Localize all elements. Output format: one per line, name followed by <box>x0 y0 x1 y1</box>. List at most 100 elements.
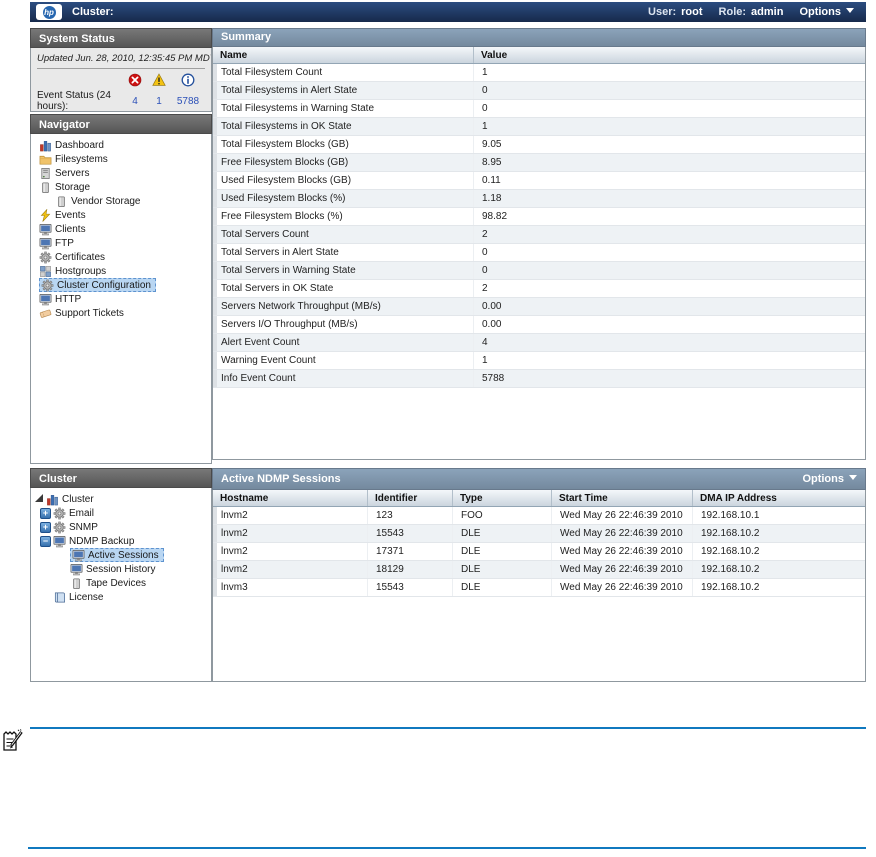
sidebar-item-label: Hostgroups <box>55 265 107 277</box>
summary-cell-name: Used Filesystem Blocks (%) <box>213 190 474 207</box>
tree-item-ndmp-backup[interactable]: − NDMP Backup <box>31 534 211 548</box>
ndmp-table-row[interactable]: lnvm2 17371 DLE Wed May 26 22:46:39 2010 192… <box>213 543 865 561</box>
ndmp-cell-type: DLE <box>453 579 552 596</box>
sidebar-item-support-tickets[interactable]: Support Tickets <box>31 306 211 320</box>
sidebar-item-servers[interactable]: Servers <box>31 166 211 180</box>
expand-icon[interactable]: + <box>40 507 51 519</box>
summary-cell-name: Total Filesystems in Warning State <box>213 100 474 117</box>
tree-item-tape-devices[interactable]: Tape Devices <box>31 576 211 590</box>
cylinder-icon <box>39 181 52 194</box>
tree-expanded-icon[interactable] <box>35 494 43 502</box>
summary-panel: Summary Name Value Total Filesystem Count… <box>212 28 866 460</box>
collapse-icon[interactable]: − <box>40 535 51 547</box>
sidebar-item-cluster-configuration[interactable]: Cluster Configuration <box>31 278 211 292</box>
top-bar: hp Cluster: User: root Role: admin Options <box>30 2 866 22</box>
warning-icon <box>152 73 166 87</box>
tree-item-email[interactable]: + Email <box>31 506 211 520</box>
ndmp-column-header-type[interactable]: Type <box>453 490 552 506</box>
summary-table-row: Total Filesystems in OK State 1 <box>213 118 865 136</box>
server-icon <box>39 167 52 180</box>
divider <box>28 847 866 849</box>
sidebar-item-label: Cluster Configuration <box>57 279 151 291</box>
ndmp-table-row[interactable]: lnvm2 15543 DLE Wed May 26 22:46:39 2010 192… <box>213 525 865 543</box>
summary-cell-name: Total Servers in Warning State <box>213 262 474 279</box>
summary-header: Summary <box>212 28 866 47</box>
tree-item-label: Active Sessions <box>88 549 159 561</box>
ndmp-cell-identifier: 17371 <box>368 543 453 560</box>
sidebar-item-label: Dashboard <box>55 139 104 151</box>
navigator-panel: Navigator Dashboard Filesystems Servers Sto… <box>30 114 212 464</box>
tree-item-active-sessions[interactable]: Active Sessions <box>31 548 211 562</box>
ndmp-table-row[interactable]: lnvm2 18129 DLE Wed May 26 22:46:39 2010 192… <box>213 561 865 579</box>
sidebar-item-vendor-storage[interactable]: Vendor Storage <box>31 194 211 208</box>
monitor-icon <box>72 549 85 562</box>
ndmp-cell-identifier: 15543 <box>368 525 453 542</box>
ndmp-table-row[interactable]: lnvm3 15543 DLE Wed May 26 22:46:39 2010 192… <box>213 579 865 597</box>
tree-item-label: SNMP <box>69 521 98 533</box>
summary-cell-value: 1.18 <box>482 193 502 204</box>
folder-icon <box>39 153 52 166</box>
summary-table-row: Total Servers in Warning State 0 <box>213 262 865 280</box>
ndmp-options-menu[interactable]: Options <box>802 468 857 490</box>
ndmp-column-header-dma-ip-address[interactable]: DMA IP Address <box>693 490 865 506</box>
info-count-link[interactable]: 5788 <box>171 96 205 107</box>
summary-table-row: Warning Event Count 1 <box>213 352 865 370</box>
tree-item-cluster[interactable]: Cluster <box>31 492 211 506</box>
tree-item-label: Tape Devices <box>86 577 147 589</box>
monitor-icon <box>70 563 83 576</box>
sidebar-item-label: Certificates <box>55 251 106 263</box>
ndmp-cell-hostname: lnvm2 <box>213 561 368 578</box>
chevron-down-icon <box>849 475 857 480</box>
sidebar-item-storage[interactable]: Storage <box>31 180 211 194</box>
alert-count-link[interactable]: 4 <box>123 96 147 107</box>
tree-item-license[interactable]: License <box>31 590 211 604</box>
sidebar-item-certificates[interactable]: Certificates <box>31 250 211 264</box>
sidebar-item-events[interactable]: Events <box>31 208 211 222</box>
expand-icon[interactable]: + <box>40 521 51 533</box>
summary-title: Summary <box>221 31 272 43</box>
summary-table-row: Total Servers Count 2 <box>213 226 865 244</box>
ndmp-cell-type: DLE <box>453 525 552 542</box>
sidebar-item-label: HTTP <box>55 293 82 305</box>
summary-cell-name: Info Event Count <box>213 370 474 387</box>
summary-column-header-name[interactable]: Name <box>213 47 474 63</box>
tree-item-label: Session History <box>86 563 156 575</box>
sidebar-item-label: FTP <box>55 237 74 249</box>
ndmp-column-header-start-time[interactable]: Start Time <box>552 490 693 506</box>
summary-column-header-value[interactable]: Value <box>474 47 865 63</box>
tree-item-session-history[interactable]: Session History <box>31 562 211 576</box>
sidebar-item-filesystems[interactable]: Filesystems <box>31 152 211 166</box>
tree-item-label: Email <box>69 507 95 519</box>
sidebar-item-dashboard[interactable]: Dashboard <box>31 138 211 152</box>
summary-cell-name: Servers Network Throughput (MB/s) <box>213 298 474 315</box>
monitor-icon <box>53 535 66 548</box>
sidebar-item-label: Events <box>55 209 86 221</box>
ndmp-cell-type: DLE <box>453 543 552 560</box>
summary-cell-value: 0 <box>482 247 488 258</box>
summary-cell-value: 1 <box>482 67 488 78</box>
ndmp-table-row[interactable]: lnvm2 123 FOO Wed May 26 22:46:39 2010 192.1… <box>213 507 865 525</box>
sidebar-item-label: Vendor Storage <box>71 195 141 207</box>
options-menu[interactable]: Options <box>799 6 854 18</box>
chevron-down-icon <box>846 8 854 13</box>
book-icon <box>53 591 66 604</box>
info-icon <box>181 73 195 87</box>
ndmp-column-header-identifier[interactable]: Identifier <box>368 490 453 506</box>
summary-table-row: Servers Network Throughput (MB/s) 0.00 <box>213 298 865 316</box>
summary-cell-name: Servers I/O Throughput (MB/s) <box>213 316 474 333</box>
ndmp-cell-start-time: Wed May 26 22:46:39 2010 <box>552 579 693 596</box>
navigator-header: Navigator <box>30 114 212 134</box>
summary-cell-value: 1 <box>482 355 488 366</box>
sidebar-item-hostgroups[interactable]: Hostgroups <box>31 264 211 278</box>
ndmp-column-header-hostname[interactable]: Hostname <box>213 490 368 506</box>
sidebar-item-ftp[interactable]: FTP <box>31 236 211 250</box>
summary-cell-value: 0 <box>482 103 488 114</box>
summary-cell-name: Total Servers in Alert State <box>213 244 474 261</box>
warning-count-link[interactable]: 1 <box>147 96 171 107</box>
summary-table-row: Alert Event Count 4 <box>213 334 865 352</box>
sidebar-item-http[interactable]: HTTP <box>31 292 211 306</box>
summary-cell-name: Warning Event Count <box>213 352 474 369</box>
tree-item-snmp[interactable]: + SNMP <box>31 520 211 534</box>
sidebar-item-clients[interactable]: Clients <box>31 222 211 236</box>
summary-cell-name: Total Filesystem Blocks (GB) <box>213 136 474 153</box>
